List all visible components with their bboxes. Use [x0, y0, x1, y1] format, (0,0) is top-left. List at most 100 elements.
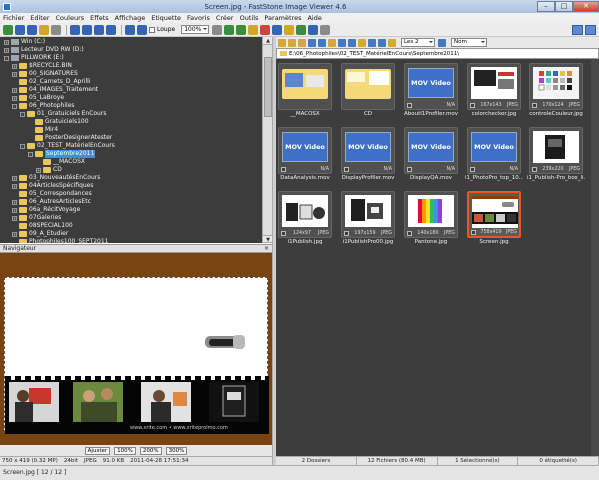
tree-item[interactable]: +00_SIGNATURES [12, 70, 78, 78]
file-thumbnail[interactable]: 197x159 JPEG i1PublishPro00.jpg [339, 188, 397, 250]
move-icon[interactable] [318, 38, 326, 47]
select-checkbox[interactable] [470, 166, 475, 172]
expand-toggle-icon[interactable]: + [12, 199, 17, 205]
tree-item[interactable]: - PILLWORK (E:) [4, 54, 64, 62]
select-checkbox[interactable] [532, 166, 537, 172]
tree-item[interactable]: - 02_TEST_MatérielEnCours [20, 142, 115, 150]
file-thumbnail[interactable]: 239x220 JPEG i1_Publish-Pro_box_li... [527, 124, 585, 186]
folder-back-icon[interactable] [278, 38, 286, 47]
zoom-in-icon[interactable] [125, 24, 135, 35]
tree-item[interactable]: + Win (C:) [4, 38, 45, 46]
expand-toggle-icon[interactable]: + [12, 63, 17, 69]
select-checkbox[interactable] [344, 230, 349, 236]
expand-toggle-icon[interactable]: - [4, 55, 9, 61]
select-checkbox[interactable] [470, 102, 475, 108]
tree-item[interactable]: + CD [36, 166, 62, 174]
tree-item[interactable]: Gratuiciels100 [28, 118, 89, 126]
file-thumbnail[interactable]: MOV Video N/A AboutI1Profiler.mov [402, 60, 460, 122]
expand-toggle-icon[interactable]: + [12, 183, 17, 189]
expand-toggle-icon[interactable]: + [36, 167, 41, 173]
fullscreen-icon[interactable] [585, 25, 596, 35]
new-folder-icon[interactable] [298, 38, 306, 47]
filter-icon[interactable] [388, 38, 396, 47]
loupe-checkbox[interactable] [149, 26, 155, 33]
file-thumbnail[interactable]: CD [339, 60, 397, 122]
file-thumbnail[interactable]: 140x180 JPEG Pantone.jpg [402, 188, 460, 250]
tree-item[interactable]: 05_Correspondances [12, 190, 92, 198]
layout-icon[interactable] [572, 25, 583, 35]
tree-item[interactable]: Photophiles100_SEPT2011 [12, 238, 108, 243]
navigator-preview[interactable]: www.xrite.com • www.xriteprolmo.com [4, 277, 269, 434]
select-checkbox[interactable] [281, 166, 286, 172]
compare-icon[interactable] [348, 38, 356, 47]
menu-affichage[interactable]: Affichage [115, 14, 146, 22]
tree-item[interactable]: +09_A_Etudier [12, 230, 68, 238]
folder-up-icon[interactable] [288, 38, 296, 47]
tree-item[interactable]: +06_AutresArticlesEtc [12, 198, 91, 206]
rotate-right-icon[interactable] [236, 24, 247, 35]
tree-item[interactable]: +04ArticlesSpécifiques [12, 182, 94, 190]
tree-item[interactable]: +03_NouveautésEnCours [12, 174, 100, 182]
red-eye-icon[interactable] [260, 24, 271, 35]
navigator-close-icon[interactable]: × [264, 245, 269, 253]
select-checkbox[interactable] [281, 230, 286, 236]
close-button[interactable]: ✕ [573, 1, 599, 12]
file-thumbnail[interactable]: 170x124 JPEG controleCouleur.jpg [527, 60, 585, 122]
tree-item[interactable]: +05_LaBroye [12, 94, 64, 102]
rotate-left-icon[interactable] [224, 24, 235, 35]
file-thumbnail[interactable]: MOV Video N/A DisplayQA.mov [402, 124, 460, 186]
scroll-thumb[interactable] [264, 57, 272, 117]
file-thumbnail[interactable]: MOV Video N/A DataAnalysis.mov [276, 124, 334, 186]
tree-item[interactable]: +07Galeries [12, 214, 61, 222]
grid-scrollbar[interactable] [591, 59, 599, 456]
print-icon[interactable] [308, 24, 319, 35]
select-checkbox[interactable] [407, 230, 412, 236]
expand-toggle-icon[interactable]: - [28, 151, 33, 157]
menu-creer[interactable]: Créer [216, 14, 234, 22]
color-icon[interactable] [272, 24, 283, 35]
tree-item[interactable]: 08SPECIAL100 [12, 222, 73, 230]
expand-toggle-icon[interactable]: + [12, 71, 17, 77]
tree-scrollbar[interactable]: ▲ ▼ [262, 37, 272, 243]
expand-toggle-icon[interactable]: + [12, 231, 17, 237]
tree-item[interactable]: + $RECYCLE.BIN [12, 62, 72, 70]
menu-aide[interactable]: Aide [307, 14, 321, 22]
minimize-button[interactable]: – [537, 1, 555, 12]
tree-item[interactable]: - Septembre2011 [28, 150, 96, 158]
slideshow-icon[interactable] [284, 24, 295, 35]
menu-outils[interactable]: Outils [240, 14, 259, 22]
folder-up-icon[interactable] [39, 24, 49, 35]
expand-toggle-icon[interactable]: - [20, 111, 25, 117]
zoom-out-icon[interactable] [137, 24, 147, 35]
expand-toggle-icon[interactable]: - [12, 103, 17, 109]
next-image-icon[interactable] [94, 24, 104, 35]
zoom-300-button[interactable]: 300% [165, 446, 188, 455]
file-thumbnail[interactable]: __MACOSX [276, 60, 334, 122]
select-checkbox[interactable] [344, 166, 349, 172]
email-icon[interactable] [296, 24, 307, 35]
menu-favoris[interactable]: Favoris [187, 14, 210, 22]
scroll-down-icon[interactable]: ▼ [263, 235, 272, 243]
sort-select[interactable]: Nom [451, 38, 487, 47]
copy-icon[interactable] [308, 38, 316, 47]
menu-couleurs[interactable]: Couleurs [56, 14, 85, 22]
tree-item[interactable]: - 06_Photophiles [12, 102, 75, 110]
thumbnail-size-icon[interactable] [368, 38, 376, 47]
menu-effets[interactable]: Effets [90, 14, 109, 22]
expand-toggle-icon[interactable]: + [12, 87, 17, 93]
open-icon[interactable] [3, 24, 13, 35]
tree-item[interactable]: - 01_Gratuiciels EnCours [20, 110, 106, 118]
scroll-up-icon[interactable]: ▲ [263, 37, 272, 45]
expand-toggle-icon[interactable]: + [12, 215, 17, 221]
file-thumbnail[interactable]: 167x143 JPEG colorchecker.jpg [465, 60, 523, 122]
menu-parametres[interactable]: Paramètres [264, 14, 301, 22]
crop-icon[interactable] [248, 24, 259, 35]
tree-item[interactable]: + Lecteur DVD RW (D:) [4, 46, 84, 54]
select-checkbox[interactable] [471, 229, 476, 235]
tag-icon[interactable] [358, 38, 366, 47]
tree-item[interactable]: +04_IMAGES_Traitement [12, 86, 98, 94]
forward-icon[interactable] [27, 24, 37, 35]
file-thumbnail[interactable]: 758x419 JPEG Screen.jpg [465, 188, 523, 250]
expand-toggle-icon[interactable]: + [12, 95, 17, 101]
select-checkbox[interactable] [407, 166, 412, 172]
